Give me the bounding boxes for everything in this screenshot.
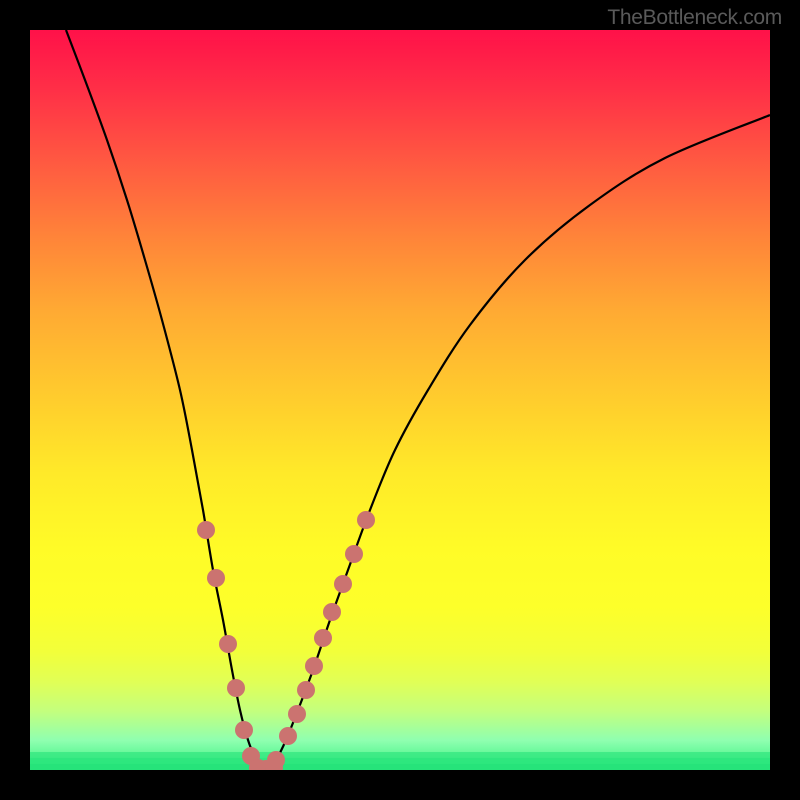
data-point	[197, 521, 215, 539]
watermark-text: TheBottleneck.com	[607, 6, 782, 30]
data-point	[323, 603, 341, 621]
data-point	[279, 727, 297, 745]
data-point	[288, 705, 306, 723]
data-point	[357, 511, 375, 529]
data-point	[227, 679, 245, 697]
data-point	[334, 575, 352, 593]
bottleneck-curve-right	[268, 115, 770, 770]
bottleneck-curve-left	[66, 30, 262, 770]
chart-plot-area	[30, 30, 770, 770]
data-point	[235, 721, 253, 739]
data-point	[345, 545, 363, 563]
data-points-group	[197, 511, 375, 770]
data-point	[305, 657, 323, 675]
data-point	[297, 681, 315, 699]
data-point	[219, 635, 237, 653]
chart-svg	[30, 30, 770, 770]
data-point	[207, 569, 225, 587]
data-point	[314, 629, 332, 647]
